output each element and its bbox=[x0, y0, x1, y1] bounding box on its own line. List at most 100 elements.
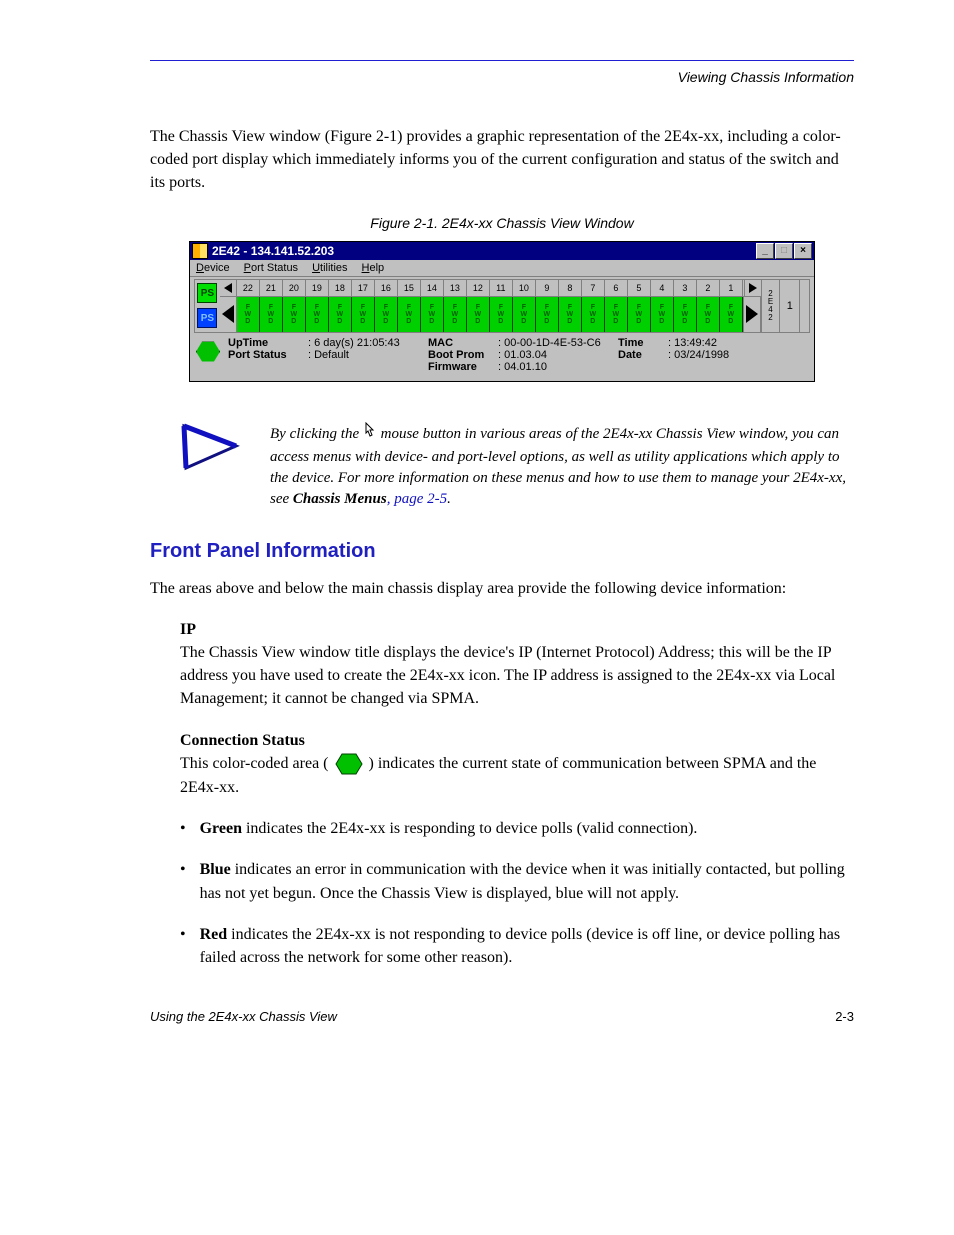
note-link[interactable]: Chassis Menus bbox=[293, 491, 387, 507]
port-status-row: F W DF W DF W DF W DF W DF W DF W DF W D… bbox=[220, 297, 761, 332]
right-gutter bbox=[799, 280, 809, 332]
port-cell[interactable]: F W D bbox=[536, 297, 559, 332]
port-cell[interactable]: F W D bbox=[697, 297, 720, 332]
port-number: 11 bbox=[490, 280, 513, 296]
port-cell[interactable]: F W D bbox=[283, 297, 306, 332]
inline-hex-icon bbox=[335, 752, 363, 776]
app-icon bbox=[192, 243, 208, 259]
port-number: 14 bbox=[421, 280, 444, 296]
connection-status-hex-icon bbox=[196, 341, 220, 363]
power-supply-2[interactable]: PS bbox=[197, 308, 217, 328]
conn-block: Connection Status This color-coded area … bbox=[180, 729, 854, 800]
conn-body-1: This color-coded area ( bbox=[180, 755, 329, 772]
port-cell[interactable]: F W D bbox=[720, 297, 743, 332]
port-cell[interactable]: F W D bbox=[352, 297, 375, 332]
minimize-button[interactable]: _ bbox=[756, 243, 774, 259]
port-cell[interactable]: F W D bbox=[306, 297, 329, 332]
time-value: : 13:49:42 bbox=[668, 337, 804, 349]
firmware-value: : 04.01.10 bbox=[498, 361, 618, 373]
port-number: 12 bbox=[467, 280, 490, 296]
port-number: 20 bbox=[283, 280, 306, 296]
bullet-lead: Red bbox=[200, 926, 228, 943]
bullet-item: •Green indicates the 2E4x-xx is respondi… bbox=[180, 817, 854, 840]
bullet-body: indicates an error in communication with… bbox=[200, 861, 845, 901]
header-section-title: Viewing Chassis Information bbox=[150, 69, 854, 85]
port-cell[interactable]: F W D bbox=[260, 297, 283, 332]
window-title: 2E42 - 134.141.52.203 bbox=[212, 244, 756, 258]
port-cell[interactable]: F W D bbox=[329, 297, 352, 332]
date-label: Date bbox=[618, 349, 668, 361]
portstatus-label: Port Status bbox=[228, 349, 308, 361]
header-rule bbox=[150, 60, 854, 61]
port-cell[interactable]: F W D bbox=[490, 297, 513, 332]
front-panel-intro: The areas above and below the main chass… bbox=[150, 577, 854, 600]
ports-panel: PS PS 2221201918171615141312111098765432… bbox=[194, 279, 810, 333]
port-cell[interactable]: F W D bbox=[674, 297, 697, 332]
port-cell[interactable]: F W D bbox=[467, 297, 490, 332]
page-footer: Using the 2E4x-xx Chassis View 2-3 bbox=[150, 1009, 854, 1024]
ip-body: The Chassis View window title displays t… bbox=[180, 644, 835, 707]
bullet-body: indicates the 2E4x-xx is not responding … bbox=[200, 926, 840, 966]
port-cell[interactable]: F W D bbox=[237, 297, 260, 332]
port-number: 2 bbox=[697, 280, 720, 296]
port-number: 19 bbox=[306, 280, 329, 296]
port-number: 4 bbox=[651, 280, 674, 296]
scroll-right-big[interactable] bbox=[743, 297, 761, 332]
port-cell[interactable]: F W D bbox=[375, 297, 398, 332]
ports-area: 22212019181716151413121110987654321 F W … bbox=[220, 280, 761, 332]
slot-number: 1 bbox=[779, 280, 799, 332]
footer-left: Using the 2E4x-xx Chassis View bbox=[150, 1009, 337, 1024]
menubar: Device Port Status Utilities Help bbox=[190, 260, 814, 277]
port-number: 1 bbox=[720, 280, 743, 296]
port-cell[interactable]: F W D bbox=[582, 297, 605, 332]
bullet-lead: Blue bbox=[200, 861, 231, 878]
port-cell[interactable]: F W D bbox=[513, 297, 536, 332]
figure-caption: Figure 2-1. 2E4x-xx Chassis View Window bbox=[150, 215, 854, 231]
uptime-value: : 6 day(s) 21:05:43 bbox=[308, 337, 428, 349]
client-area: PS PS 2221201918171615141312111098765432… bbox=[190, 277, 814, 381]
port-number: 21 bbox=[260, 280, 283, 296]
scroll-left-big[interactable] bbox=[220, 297, 237, 332]
menu-port-status[interactable]: Port Status bbox=[244, 262, 298, 274]
firmware-label: Firmware bbox=[428, 361, 498, 373]
scroll-left-small[interactable] bbox=[220, 280, 237, 296]
close-button[interactable]: × bbox=[794, 243, 812, 259]
port-cell[interactable]: F W D bbox=[398, 297, 421, 332]
menu-utilities[interactable]: Utilities bbox=[312, 262, 347, 274]
bullet-dot: • bbox=[180, 923, 186, 969]
menu-help[interactable]: Help bbox=[362, 262, 385, 274]
power-supply-1[interactable]: PS bbox=[197, 283, 217, 303]
section-heading: Front Panel Information bbox=[150, 540, 854, 563]
time-label: Time bbox=[618, 337, 668, 349]
bullet-dot: • bbox=[180, 858, 186, 904]
intro-paragraph: The Chassis View window (Figure 2-1) pro… bbox=[150, 125, 854, 195]
port-cell[interactable]: F W D bbox=[421, 297, 444, 332]
port-number-row: 22212019181716151413121110987654321 bbox=[220, 280, 761, 297]
note-text: By clicking the mouse button in various … bbox=[270, 422, 854, 510]
maximize-button[interactable]: □ bbox=[775, 243, 793, 259]
port-number: 15 bbox=[398, 280, 421, 296]
port-cell[interactable]: F W D bbox=[605, 297, 628, 332]
port-cell[interactable]: F W D bbox=[444, 297, 467, 332]
conn-label: Connection Status bbox=[180, 732, 305, 749]
port-number: 3 bbox=[674, 280, 697, 296]
scroll-right-small[interactable] bbox=[744, 280, 761, 296]
bullet-body: indicates the 2E4x-xx is responding to d… bbox=[242, 820, 697, 837]
menu-device[interactable]: Device bbox=[196, 262, 230, 274]
port-number: 10 bbox=[513, 280, 536, 296]
ip-block: IP The Chassis View window title display… bbox=[180, 618, 854, 711]
port-number: 8 bbox=[559, 280, 582, 296]
port-cell[interactable]: F W D bbox=[559, 297, 582, 332]
port-number: 22 bbox=[237, 280, 260, 296]
port-number: 9 bbox=[536, 280, 559, 296]
port-cell[interactable]: F W D bbox=[628, 297, 651, 332]
status-row: UpTime : 6 day(s) 21:05:43 MAC : 00-00-1… bbox=[194, 333, 810, 379]
bullet-dot: • bbox=[180, 817, 186, 840]
port-cell[interactable]: F W D bbox=[651, 297, 674, 332]
note-page-ref[interactable]: , page 2-5 bbox=[387, 491, 447, 507]
bootprom-label: Boot Prom bbox=[428, 349, 498, 361]
power-supply-column: PS PS bbox=[195, 280, 220, 332]
bootprom-value: : 01.03.04 bbox=[498, 349, 618, 361]
note-block: By clicking the mouse button in various … bbox=[180, 422, 854, 510]
portstatus-value: : Default bbox=[308, 349, 428, 361]
